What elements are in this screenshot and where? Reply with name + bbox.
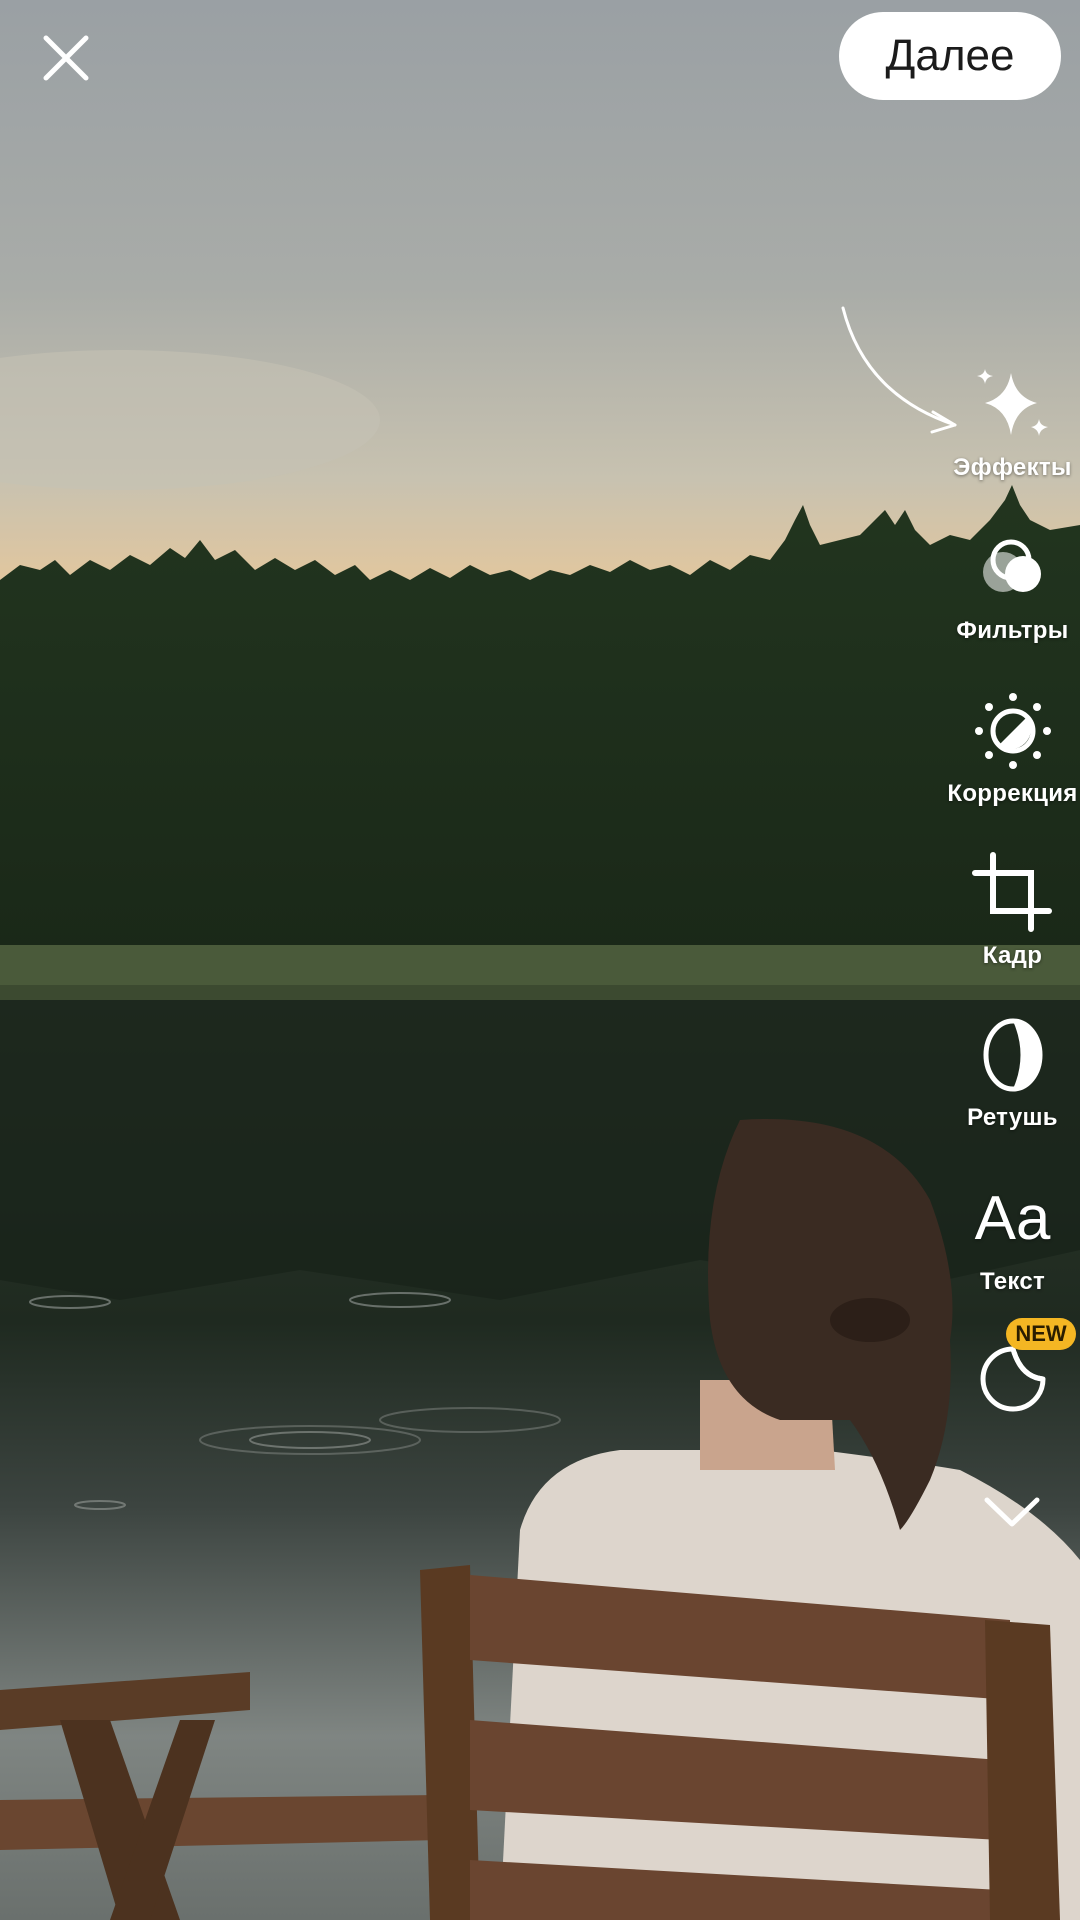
filters-icon xyxy=(968,523,1058,613)
tool-label: Кадр xyxy=(982,942,1043,969)
tool-label: Эффекты xyxy=(953,454,1072,481)
adjust-icon xyxy=(968,686,1058,776)
chevron-down-icon xyxy=(984,1497,1040,1527)
tool-text[interactable]: Aa Текст xyxy=(940,1174,1080,1296)
tool-label: Фильтры xyxy=(956,617,1069,644)
more-tools-button[interactable] xyxy=(982,1488,1042,1534)
tool-filters[interactable]: Фильтры xyxy=(940,523,1080,645)
tool-label: Коррекция xyxy=(947,780,1078,807)
crop-icon xyxy=(968,848,1058,938)
new-badge: NEW xyxy=(1006,1318,1076,1350)
tool-retouch[interactable]: Ретушь xyxy=(940,1010,1080,1132)
sparkles-icon xyxy=(968,360,1058,450)
tool-label: Ретушь xyxy=(967,1104,1058,1131)
retouch-icon xyxy=(968,1010,1058,1100)
tool-effects[interactable]: Эффекты xyxy=(940,360,1080,482)
close-button[interactable] xyxy=(36,28,96,88)
tool-crop[interactable]: Кадр xyxy=(940,848,1080,970)
photo-canvas xyxy=(0,0,1080,1920)
close-icon xyxy=(43,35,89,81)
next-button[interactable]: Далее xyxy=(839,12,1061,100)
text-icon: Aa xyxy=(974,1184,1051,1253)
tool-label: Текст xyxy=(979,1268,1046,1295)
tool-adjust[interactable]: Коррекция xyxy=(940,686,1080,808)
